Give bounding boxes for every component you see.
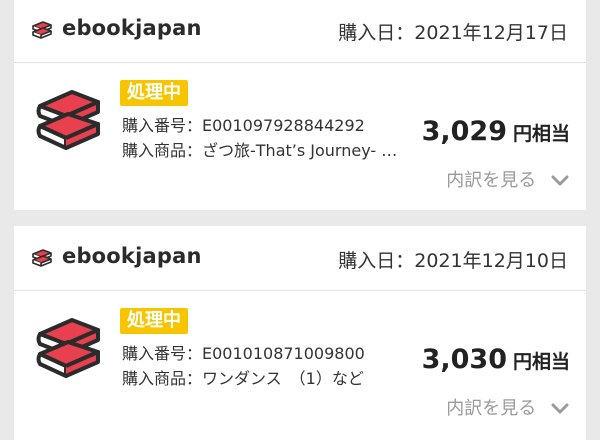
order-item: 購入商品：ざつ旅-That’s Journey- …	[122, 141, 398, 160]
order-card: ebookjapan 購入日：2021年12月17日 処理中 購入番号：E001…	[14, 0, 586, 210]
order-number: 購入番号：E001010871009800	[122, 344, 365, 363]
price-value: 3,030	[421, 344, 507, 375]
chevron-down-icon	[551, 175, 569, 186]
books-icon	[36, 318, 100, 378]
brand-name: ebookjapan	[62, 244, 202, 268]
view-details-label: 内訳を見る	[446, 170, 537, 191]
order-card-header: ebookjapan 購入日：2021年12月17日	[14, 0, 586, 63]
price-suffix: 円相当	[512, 351, 570, 373]
view-details-button[interactable]: 内訳を見る	[446, 166, 570, 192]
order-item: 購入商品：ワンダンス （1）など	[122, 369, 364, 388]
order-number: 購入番号：E001097928844292	[122, 116, 365, 135]
price-value: 3,029	[421, 116, 507, 147]
ebookjapan-logo-icon	[32, 249, 52, 267]
price: 3,030 円相当	[422, 344, 570, 375]
chevron-down-icon	[551, 403, 569, 414]
status-badge: 処理中	[120, 308, 188, 334]
price-suffix: 円相当	[512, 123, 570, 145]
order-card: ebookjapan 購入日：2021年12月10日 処理中 購入番号：E001…	[14, 226, 586, 440]
brand-name: ebookjapan	[62, 16, 202, 40]
ebookjapan-logo-icon	[32, 21, 52, 39]
status-badge: 処理中	[120, 80, 188, 106]
purchase-date: 購入日：2021年12月17日	[338, 22, 568, 44]
price: 3,029 円相当	[422, 116, 570, 147]
books-icon	[36, 90, 100, 150]
view-details-label: 内訳を見る	[446, 398, 537, 419]
view-details-button[interactable]: 内訳を見る	[446, 394, 570, 420]
order-card-header: ebookjapan 購入日：2021年12月10日	[14, 226, 586, 291]
purchase-date: 購入日：2021年12月10日	[338, 250, 568, 272]
